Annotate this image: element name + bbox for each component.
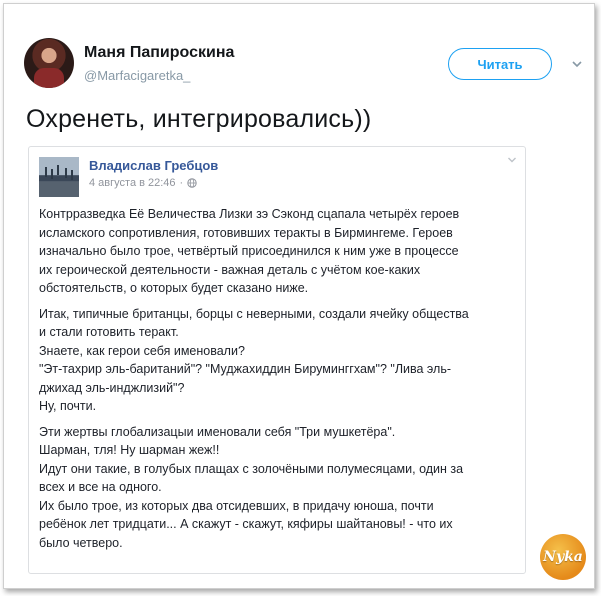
fb-post-body: Контрразведка Её Величества Лизки зэ Сэк… xyxy=(39,205,525,559)
user-handle[interactable]: @Marfacigaretka_ xyxy=(84,68,190,83)
fb-paragraph: Эти жертвы глобализацыи именовали себя "… xyxy=(39,424,464,550)
fb-paragraph: Итак, типичные британцы, борцы с неверны… xyxy=(39,306,469,414)
meta-separator: · xyxy=(179,177,184,189)
fb-paragraph: Контрразведка Её Величества Лизки зэ Сэк… xyxy=(39,207,460,295)
display-name[interactable]: Маня Папироскина xyxy=(84,44,234,62)
fb-post-meta: 4 августа в 22:46 · xyxy=(89,177,197,189)
screenshot-frame: Маня Папироскина @Marfacigaretka_ Читать… xyxy=(3,3,595,589)
globe-icon xyxy=(187,178,197,188)
tweet-text: Охренеть, интегрировались)) xyxy=(26,105,372,133)
follow-button[interactable]: Читать xyxy=(448,48,552,80)
fb-timestamp[interactable]: 4 августа в 22:46 xyxy=(89,177,176,189)
watermark-logo: Nyka xyxy=(540,534,586,580)
chevron-down-icon[interactable] xyxy=(571,58,583,70)
embedded-facebook-post[interactable]: Владислав Гребцов 4 августа в 22:46 · Ко… xyxy=(28,146,526,574)
avatar[interactable] xyxy=(24,38,74,88)
fb-author-avatar[interactable] xyxy=(39,157,79,197)
fb-author-name[interactable]: Владислав Гребцов xyxy=(89,158,218,173)
chevron-down-icon[interactable] xyxy=(507,155,517,165)
